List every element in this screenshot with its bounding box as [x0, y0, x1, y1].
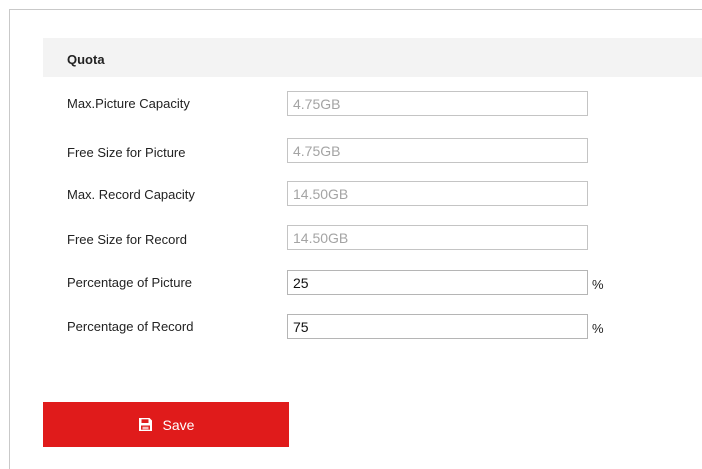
floppy-disk-icon	[138, 417, 153, 432]
percentage-record-label: Percentage of Record	[67, 319, 194, 334]
free-size-picture-label: Free Size for Picture	[67, 145, 186, 160]
quota-section-header	[43, 38, 702, 77]
section-title: Quota	[67, 52, 105, 67]
max-picture-capacity-label: Max.Picture Capacity	[67, 96, 190, 111]
percentage-picture-label: Percentage of Picture	[67, 275, 193, 290]
percentage-record-unit: %	[592, 321, 604, 336]
percentage-picture-unit: %	[592, 277, 604, 292]
percentage-picture-input[interactable]	[287, 270, 588, 295]
free-size-record-label: Free Size for Record	[67, 232, 187, 247]
save-button[interactable]: Save	[43, 402, 289, 447]
max-record-capacity-label: Max. Record Capacity	[67, 187, 195, 202]
free-size-picture-field	[287, 138, 588, 163]
max-record-capacity-field	[287, 181, 588, 206]
max-picture-capacity-field	[287, 91, 588, 116]
save-button-label: Save	[162, 416, 195, 433]
percentage-record-input[interactable]	[287, 314, 588, 339]
free-size-record-field	[287, 225, 588, 250]
